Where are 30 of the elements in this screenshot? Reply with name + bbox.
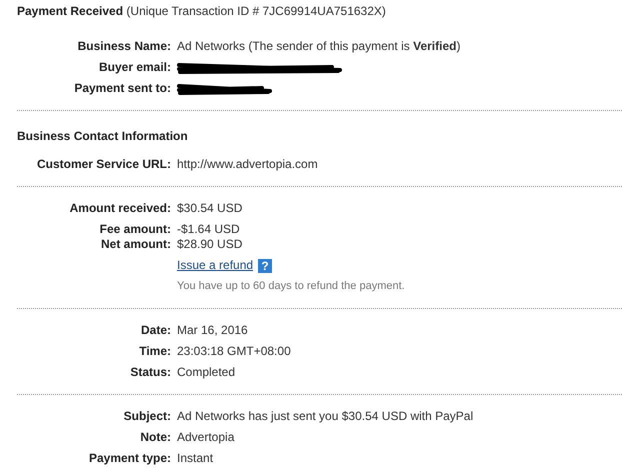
field-label: Business Name: (76, 39, 171, 54)
page-title: Payment Received (17, 4, 124, 18)
field-label: Customer Service URL: (36, 157, 171, 172)
field-value: Ad Networks has just sent you $30.54 USD with PayPal (177, 409, 474, 424)
field-value: Advertopia (177, 430, 234, 445)
field-label: Net amount: (100, 237, 171, 252)
field-label: Buyer email: (98, 60, 171, 75)
field-value: -$1.64 USD (177, 222, 240, 237)
field-value: $30.54 USD (177, 201, 242, 216)
field-label: Subject: (122, 409, 171, 424)
field-label: Date: (140, 323, 171, 338)
field-label: Payment type: (88, 451, 171, 466)
field-value: Completed (177, 365, 236, 380)
field-label: Payment sent to: (73, 81, 171, 96)
refund-note: You have up to 60 days to refund the payment. (177, 279, 405, 294)
transaction-id: (Unique Transaction ID # 7JC69914UA751632X) (126, 4, 386, 18)
field-label: Fee amount: (98, 222, 171, 237)
field-label: Status: (129, 365, 171, 380)
field-label: Amount received: (68, 201, 171, 216)
section-heading: Business Contact Information (17, 129, 189, 143)
field-value: Instant (177, 451, 214, 466)
help-icon[interactable]: ? (258, 258, 272, 272)
field-value: http://www.advertopia.com (177, 157, 318, 172)
field-value: Mar 16, 2016 (177, 323, 248, 338)
refund-link[interactable]: Issue a refund (177, 258, 254, 273)
field-value: $28.90 USD (177, 237, 242, 252)
field-label: Time: (138, 344, 171, 359)
field-value: 23:03:18 GMT+08:00 (177, 344, 291, 359)
field-value: Ad Networks (The sender of this payment is Verified) (177, 39, 460, 54)
field-label: Note: (139, 430, 171, 445)
